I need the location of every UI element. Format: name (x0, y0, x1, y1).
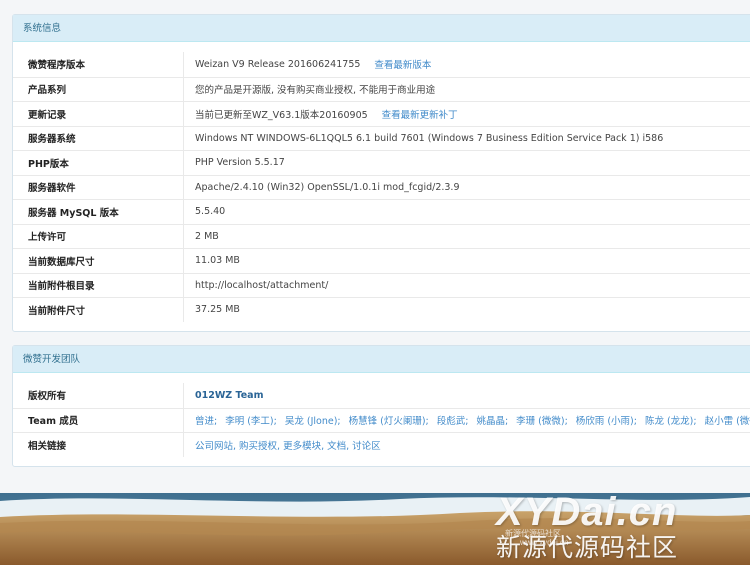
row-php-version: PHP版本 PHP Version 5.5.17 (13, 150, 750, 175)
row-update-log: 更新记录 当前已更新至WZ_V63.1版本20160905 查看最新更新补丁 (13, 101, 750, 126)
row-value: Weizan V9 Release 201606241755 查看最新版本 (183, 52, 750, 77)
system-info-rows: 微赞程序版本 Weizan V9 Release 201606241755 查看… (13, 42, 750, 322)
row-value: 当前已更新至WZ_V63.1版本20160905 查看最新更新补丁 (183, 102, 750, 126)
row-product-series: 产品系列 您的产品是开源版, 没有购买商业授权, 不能用于商业用途 (13, 76, 750, 101)
row-value: Apache/2.4.10 (Win32) OpenSSL/1.0.1i mod… (183, 175, 750, 199)
row-label: 服务器系统 (28, 134, 76, 146)
row-label: 微赞程序版本 (28, 60, 86, 72)
row-value: 公司网站, 购买授权, 更多模块, 文档, 讨论区 (183, 433, 750, 457)
update-log-value: 当前已更新至WZ_V63.1版本20160905 (195, 109, 368, 121)
watermark-chinese: 新源代源码社区 (496, 533, 679, 562)
team-member-link[interactable]: 杨慧锋 (灯火阑珊); (349, 413, 429, 427)
team-member-link[interactable]: 陈龙 (龙龙); (645, 413, 697, 427)
row-value: 5.5.40 (183, 200, 750, 224)
team-member-link[interactable]: 段彪武; (437, 413, 469, 427)
row-label: 相关链接 (28, 440, 67, 452)
team-member-link[interactable]: 姚晶晶; (476, 413, 508, 427)
row-label: 产品系列 (28, 85, 67, 97)
row-attachment-root: 当前附件根目录 http://localhost/attachment/ (13, 272, 750, 297)
row-database-size: 当前数据库尺寸 11.03 MB (13, 248, 750, 273)
row-value: Windows NT WINDOWS-6L1QQL5 6.1 build 760… (183, 126, 750, 150)
system-info-heading: 系统信息 (13, 15, 750, 42)
row-copyright: 版权所有 012WZ Team (13, 383, 750, 408)
row-value: 2 MB (183, 224, 750, 248)
row-label: 服务器软件 (28, 183, 76, 195)
team-name-link[interactable]: 012WZ Team (195, 390, 263, 401)
dev-team-rows: 版权所有 012WZ Team Team 成员 曾进; 李明 (李工); 吴龙 … (13, 373, 750, 457)
row-server-software: 服务器软件 Apache/2.4.10 (Win32) OpenSSL/1.0.… (13, 174, 750, 199)
row-value: 37.25 MB (183, 298, 750, 322)
row-label: 当前数据库尺寸 (28, 256, 95, 268)
team-member-link[interactable]: 赵小雷 (微微); (705, 413, 750, 427)
row-label: 更新记录 (28, 109, 67, 121)
team-member-link[interactable]: 杨欣雨 (小雨); (576, 413, 637, 427)
row-attachment-size: 当前附件尺寸 37.25 MB (13, 297, 750, 322)
team-member-link[interactable]: 吴龙 (Jlone); (285, 413, 341, 427)
program-version-value: Weizan V9 Release 201606241755 (195, 58, 361, 70)
row-value: 012WZ Team (183, 383, 750, 408)
row-label: 版权所有 (28, 391, 67, 403)
row-label: PHP版本 (28, 158, 69, 170)
row-value: 11.03 MB (183, 249, 750, 273)
row-value: PHP Version 5.5.17 (183, 151, 750, 175)
row-label: 当前附件根目录 (28, 281, 95, 293)
row-label: 上传许可 (28, 232, 67, 244)
team-members-list: 曾进; 李明 (李工); 吴龙 (Jlone); 杨慧锋 (灯火阑珊); 段彪武… (183, 408, 750, 432)
row-team-members: Team 成员 曾进; 李明 (李工); 吴龙 (Jlone); 杨慧锋 (灯火… (13, 407, 750, 432)
row-mysql-version: 服务器 MySQL 版本 5.5.40 (13, 199, 750, 224)
check-latest-version-link[interactable]: 查看最新版本 (374, 57, 431, 71)
team-member-link[interactable]: 李珊 (微微); (516, 413, 568, 427)
check-latest-patch-link[interactable]: 查看最新更新补丁 (382, 107, 458, 121)
row-value: http://localhost/attachment/ (183, 273, 750, 297)
row-program-version: 微赞程序版本 Weizan V9 Release 201606241755 查看… (13, 52, 750, 77)
row-upload-limit: 上传许可 2 MB (13, 223, 750, 248)
row-server-os: 服务器系统 Windows NT WINDOWS-6L1QQL5 6.1 bui… (13, 125, 750, 150)
dev-team-panel: 微赞开发团队 版权所有 012WZ Team Team 成员 曾进; 李明 (李… (12, 345, 750, 467)
row-related-links: 相关链接 公司网站, 购买授权, 更多模块, 文档, 讨论区 (13, 432, 750, 457)
row-label: Team 成员 (28, 416, 79, 428)
team-member-link[interactable]: 曾进; (195, 413, 217, 427)
row-label: 当前附件尺寸 (28, 305, 86, 317)
row-label: 服务器 MySQL 版本 (28, 207, 119, 219)
system-info-panel: 系统信息 微赞程序版本 Weizan V9 Release 2016062417… (12, 14, 750, 332)
dev-team-heading: 微赞开发团队 (13, 346, 750, 373)
team-member-link[interactable]: 李明 (李工); (225, 413, 277, 427)
row-value: 您的产品是开源版, 没有购买商业授权, 不能用于商业用途 (183, 77, 750, 101)
related-links[interactable]: 公司网站, 购买授权, 更多模块, 文档, 讨论区 (195, 438, 381, 452)
